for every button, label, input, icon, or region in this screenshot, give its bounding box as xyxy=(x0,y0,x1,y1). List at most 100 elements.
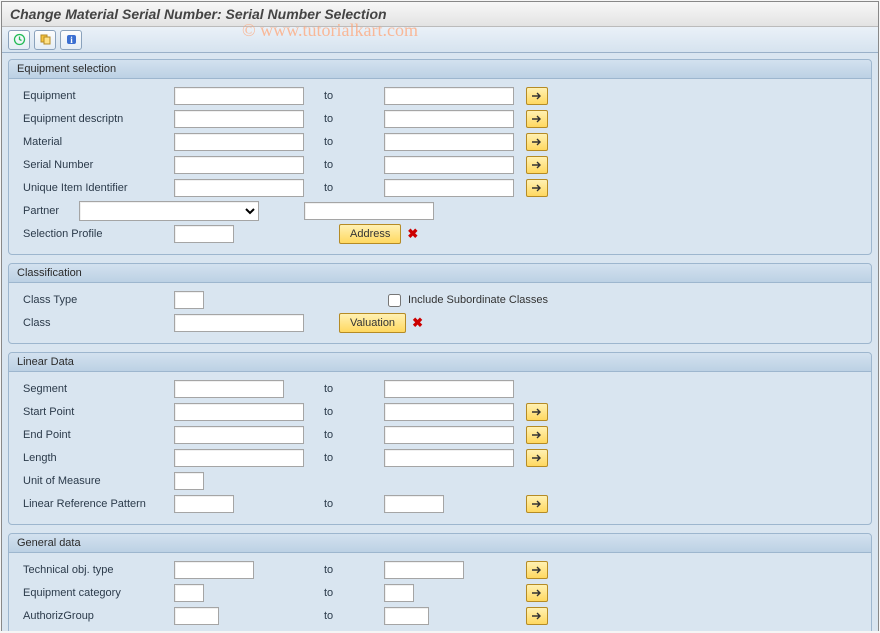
get-variant-button[interactable] xyxy=(34,30,56,50)
to-label: to xyxy=(304,452,384,464)
group-linear-data: Linear Data Segment to Start Point to xyxy=(8,352,872,525)
label-uom: Unit of Measure xyxy=(19,475,174,487)
end-point-from-input[interactable] xyxy=(174,426,304,444)
group-classification: Classification Class Type Include Subord… xyxy=(8,263,872,344)
authoriz-group-to-input[interactable] xyxy=(384,607,429,625)
toolbar: i xyxy=(2,27,878,53)
multiple-selection-button[interactable] xyxy=(526,133,548,151)
multiple-selection-button[interactable] xyxy=(526,561,548,579)
multiple-selection-button[interactable] xyxy=(526,156,548,174)
label-material: Material xyxy=(19,136,174,148)
equipment-from-input[interactable] xyxy=(174,87,304,105)
multiple-selection-button[interactable] xyxy=(526,584,548,602)
multiple-selection-button[interactable] xyxy=(526,449,548,467)
partner-select[interactable] xyxy=(79,201,259,221)
to-label: to xyxy=(304,90,384,102)
label-authoriz-group: AuthorizGroup xyxy=(19,610,174,622)
equipment-descriptn-to-input[interactable] xyxy=(384,110,514,128)
class-type-input[interactable] xyxy=(174,291,204,309)
equipment-descriptn-from-input[interactable] xyxy=(174,110,304,128)
arrow-right-icon xyxy=(531,588,543,598)
delete-valuation-button[interactable]: ✖ xyxy=(412,315,423,331)
length-to-input[interactable] xyxy=(384,449,514,467)
to-label: to xyxy=(304,159,384,171)
unique-item-id-from-input[interactable] xyxy=(174,179,304,197)
selection-profile-input[interactable] xyxy=(174,225,234,243)
to-label: to xyxy=(304,610,384,622)
arrow-right-icon xyxy=(531,430,543,440)
multiple-selection-button[interactable] xyxy=(526,179,548,197)
equip-category-from-input[interactable] xyxy=(174,584,204,602)
multiple-selection-button[interactable] xyxy=(526,87,548,105)
multiple-selection-button[interactable] xyxy=(526,426,548,444)
equipment-to-input[interactable] xyxy=(384,87,514,105)
variants-icon xyxy=(39,33,52,46)
segment-from-input[interactable] xyxy=(174,380,284,398)
serial-number-from-input[interactable] xyxy=(174,156,304,174)
include-sub-classes-input[interactable] xyxy=(388,294,401,307)
content-area: Equipment selection Equipment to Equipme… xyxy=(2,53,878,631)
arrow-right-icon xyxy=(531,499,543,509)
multiple-selection-button[interactable] xyxy=(526,607,548,625)
label-lrp: Linear Reference Pattern xyxy=(19,498,174,510)
address-button[interactable]: Address xyxy=(339,224,401,244)
to-label: to xyxy=(304,429,384,441)
arrow-right-icon xyxy=(531,91,543,101)
group-general-data: General data Technical obj. type to Equi… xyxy=(8,533,872,631)
arrow-right-icon xyxy=(531,407,543,417)
execute-button[interactable] xyxy=(8,30,30,50)
lrp-from-input[interactable] xyxy=(174,495,234,513)
label-class-type: Class Type xyxy=(19,294,174,306)
label-unique-item-id: Unique Item Identifier xyxy=(19,182,174,194)
delete-address-button[interactable]: ✖ xyxy=(407,226,418,242)
tech-obj-type-from-input[interactable] xyxy=(174,561,254,579)
group-title-linear: Linear Data xyxy=(9,353,871,372)
class-input[interactable] xyxy=(174,314,304,332)
to-label: to xyxy=(304,564,384,576)
to-label: to xyxy=(304,587,384,599)
uom-input[interactable] xyxy=(174,472,204,490)
label-partner: Partner xyxy=(19,205,79,217)
to-label: to xyxy=(304,406,384,418)
valuation-button[interactable]: Valuation xyxy=(339,313,406,333)
label-length: Length xyxy=(19,452,174,464)
length-from-input[interactable] xyxy=(174,449,304,467)
label-segment: Segment xyxy=(19,383,174,395)
to-label: to xyxy=(304,182,384,194)
label-tech-obj-type: Technical obj. type xyxy=(19,564,174,576)
start-point-from-input[interactable] xyxy=(174,403,304,421)
label-start-point: Start Point xyxy=(19,406,174,418)
arrow-right-icon xyxy=(531,137,543,147)
page-title: Change Material Serial Number: Serial Nu… xyxy=(2,2,878,27)
label-equip-category: Equipment category xyxy=(19,587,174,599)
equip-category-to-input[interactable] xyxy=(384,584,414,602)
multiple-selection-button[interactable] xyxy=(526,110,548,128)
material-from-input[interactable] xyxy=(174,133,304,151)
arrow-right-icon xyxy=(531,611,543,621)
label-equipment: Equipment xyxy=(19,90,174,102)
include-sub-classes-checkbox[interactable]: Include Subordinate Classes xyxy=(384,291,548,310)
material-to-input[interactable] xyxy=(384,133,514,151)
group-equipment-selection: Equipment selection Equipment to Equipme… xyxy=(8,59,872,255)
end-point-to-input[interactable] xyxy=(384,426,514,444)
to-label: to xyxy=(304,113,384,125)
arrow-right-icon xyxy=(531,114,543,124)
multiple-selection-button[interactable] xyxy=(526,403,548,421)
include-sub-classes-label: Include Subordinate Classes xyxy=(408,294,548,306)
authoriz-group-from-input[interactable] xyxy=(174,607,219,625)
arrow-right-icon xyxy=(531,183,543,193)
lrp-to-input[interactable] xyxy=(384,495,444,513)
app-window: Change Material Serial Number: Serial Nu… xyxy=(1,1,879,631)
multiple-selection-button[interactable] xyxy=(526,495,548,513)
partner-value-input[interactable] xyxy=(304,202,434,220)
to-label: to xyxy=(304,498,384,510)
segment-to-input[interactable] xyxy=(384,380,514,398)
serial-number-to-input[interactable] xyxy=(384,156,514,174)
tech-obj-type-to-input[interactable] xyxy=(384,561,464,579)
start-point-to-input[interactable] xyxy=(384,403,514,421)
unique-item-id-to-input[interactable] xyxy=(384,179,514,197)
label-class: Class xyxy=(19,317,174,329)
group-title-classification: Classification xyxy=(9,264,871,283)
info-button[interactable]: i xyxy=(60,30,82,50)
info-icon: i xyxy=(65,33,78,46)
